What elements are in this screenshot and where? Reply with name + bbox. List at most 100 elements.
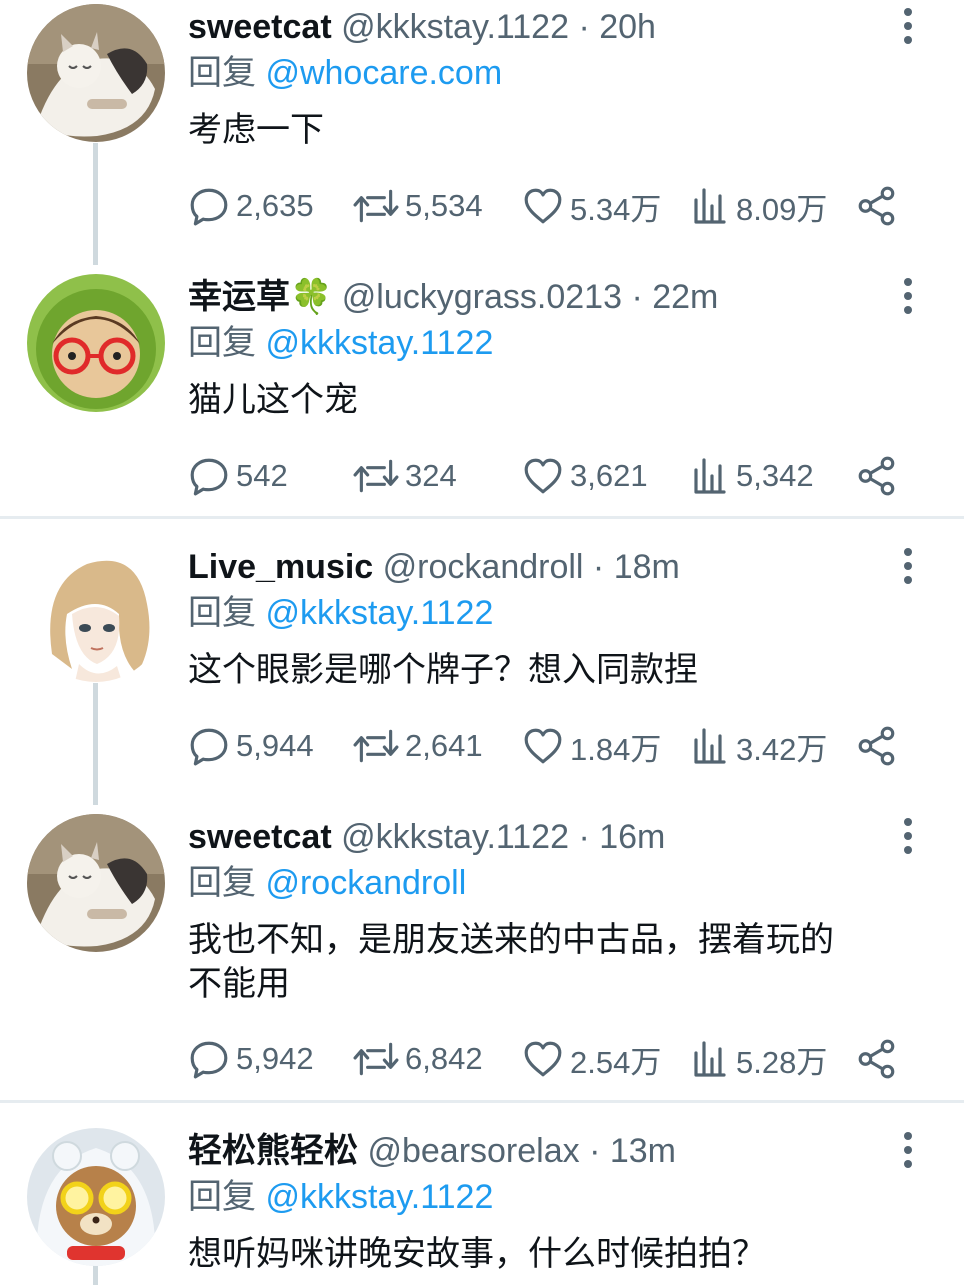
view-count: 8.09万 bbox=[736, 191, 828, 227]
share-button[interactable] bbox=[856, 1035, 898, 1083]
avatar[interactable] bbox=[27, 274, 165, 412]
heart-icon bbox=[522, 185, 564, 227]
views-icon bbox=[690, 1038, 730, 1080]
more-options-icon[interactable] bbox=[893, 272, 923, 320]
tweet-header: Live_music @rockandroll · 18m bbox=[188, 544, 680, 590]
reply-button[interactable]: 5,942 bbox=[188, 1035, 314, 1083]
tweet-header: sweetcat @kkkstay.1122 · 20h bbox=[188, 4, 656, 50]
retweet-button[interactable]: 5,534 bbox=[353, 182, 483, 230]
display-name[interactable]: sweetcat bbox=[188, 8, 332, 46]
mention-link[interactable]: @kkkstay.1122 bbox=[265, 594, 493, 632]
like-button[interactable]: 5.34万 bbox=[522, 182, 661, 230]
divider bbox=[0, 1100, 964, 1103]
tweet-text: 这个眼影是哪个牌子？想入同款捏 bbox=[188, 651, 698, 689]
thread-line bbox=[93, 683, 98, 805]
share-button[interactable] bbox=[856, 722, 898, 770]
reply-prefix: 回复 bbox=[188, 54, 256, 92]
reply-count: 542 bbox=[236, 458, 288, 493]
view-count: 5.28万 bbox=[736, 1044, 828, 1080]
action-bar: 5,942 6,842 2.54万 5.28万 bbox=[188, 1035, 908, 1083]
views-button[interactable]: 8.09万 bbox=[690, 182, 827, 230]
action-bar: 542 324 3,621 5,342 bbox=[188, 452, 908, 500]
retweet-count: 6,842 bbox=[405, 1041, 483, 1076]
views-button[interactable]: 3.42万 bbox=[690, 722, 827, 770]
retweet-icon bbox=[353, 1038, 399, 1080]
reply-icon bbox=[188, 455, 230, 497]
timestamp[interactable]: 20h bbox=[599, 8, 656, 46]
separator: · bbox=[579, 1132, 610, 1170]
heart-icon bbox=[522, 725, 564, 767]
timestamp[interactable]: 16m bbox=[599, 818, 665, 856]
user-handle[interactable]: @bearsorelax bbox=[367, 1132, 579, 1170]
display-name[interactable]: 轻松熊轻松 bbox=[188, 1132, 358, 1170]
share-button[interactable] bbox=[856, 452, 898, 500]
share-icon bbox=[856, 185, 898, 227]
user-handle[interactable]: @rockandroll bbox=[383, 548, 584, 586]
reply-prefix: 回复 bbox=[188, 1178, 256, 1216]
action-bar: 2,635 5,534 5.34万 8.09万 bbox=[188, 182, 908, 230]
mention-link[interactable]: @kkkstay.1122 bbox=[265, 1178, 493, 1216]
reply-icon bbox=[188, 725, 230, 767]
views-button[interactable]: 5.28万 bbox=[690, 1035, 827, 1083]
reply-prefix: 回复 bbox=[188, 324, 256, 362]
share-icon bbox=[856, 1038, 898, 1080]
like-button[interactable]: 2.54万 bbox=[522, 1035, 661, 1083]
tweet-header: 幸运草🍀 @luckygrass.0213 · 22m bbox=[188, 274, 718, 320]
timestamp[interactable]: 18m bbox=[614, 548, 680, 586]
like-button[interactable]: 1.84万 bbox=[522, 722, 661, 770]
tweet-text: 猫儿这个宠 bbox=[188, 381, 358, 419]
retweet-button[interactable]: 6,842 bbox=[353, 1035, 483, 1083]
heart-icon bbox=[522, 455, 564, 497]
more-options-icon[interactable] bbox=[893, 542, 923, 590]
views-icon bbox=[690, 725, 730, 767]
like-count: 2.54万 bbox=[570, 1044, 662, 1080]
reply-prefix: 回复 bbox=[188, 594, 256, 632]
separator: · bbox=[583, 548, 614, 586]
avatar[interactable] bbox=[27, 814, 165, 952]
retweet-button[interactable]: 324 bbox=[353, 452, 457, 500]
separator: · bbox=[622, 278, 653, 316]
reply-button[interactable]: 542 bbox=[188, 452, 288, 500]
mention-link[interactable]: @whocare.com bbox=[265, 54, 502, 92]
user-handle[interactable]: @kkkstay.1122 bbox=[341, 8, 569, 46]
user-handle[interactable]: @kkkstay.1122 bbox=[341, 818, 569, 856]
retweet-button[interactable]: 2,641 bbox=[353, 722, 483, 770]
timestamp[interactable]: 22m bbox=[652, 278, 718, 316]
display-name[interactable]: sweetcat bbox=[188, 818, 332, 856]
more-options-icon[interactable] bbox=[893, 812, 923, 860]
tweet-header: sweetcat @kkkstay.1122 · 16m bbox=[188, 814, 665, 860]
like-count: 1.84万 bbox=[570, 731, 662, 767]
tweet-text: 想听妈咪讲晚安故事，什么时候拍拍？ bbox=[188, 1235, 766, 1273]
separator: · bbox=[569, 8, 600, 46]
reply-button[interactable]: 2,635 bbox=[188, 182, 314, 230]
tweet-header: 轻松熊轻松 @bearsorelax · 13m bbox=[188, 1128, 676, 1174]
view-count: 3.42万 bbox=[736, 731, 828, 767]
avatar[interactable] bbox=[27, 4, 165, 142]
retweet-count: 324 bbox=[405, 458, 457, 493]
share-button[interactable] bbox=[856, 182, 898, 230]
timestamp[interactable]: 13m bbox=[610, 1132, 676, 1170]
views-icon bbox=[690, 185, 730, 227]
heart-icon bbox=[522, 1038, 564, 1080]
views-button[interactable]: 5,342 bbox=[690, 452, 814, 500]
avatar[interactable] bbox=[27, 1128, 165, 1266]
retweet-icon bbox=[353, 725, 399, 767]
reply-button[interactable]: 5,944 bbox=[188, 722, 314, 770]
display-name[interactable]: 幸运草 bbox=[188, 278, 290, 316]
display-name[interactable]: Live_music bbox=[188, 548, 373, 586]
mention-link[interactable]: @kkkstay.1122 bbox=[265, 324, 493, 362]
more-options-icon[interactable] bbox=[893, 1126, 923, 1174]
like-count: 3,621 bbox=[570, 458, 648, 493]
like-count: 5.34万 bbox=[570, 191, 662, 227]
reply-context: 回复 @rockandroll bbox=[188, 860, 466, 906]
thread-line bbox=[93, 143, 98, 265]
avatar[interactable] bbox=[27, 544, 165, 682]
user-handle[interactable]: @luckygrass.0213 bbox=[342, 278, 622, 316]
more-options-icon[interactable] bbox=[893, 2, 923, 50]
divider bbox=[0, 516, 964, 519]
mention-link[interactable]: @rockandroll bbox=[265, 864, 466, 902]
retweet-icon bbox=[353, 455, 399, 497]
clover-emoji: 🍀 bbox=[290, 278, 333, 316]
like-button[interactable]: 3,621 bbox=[522, 452, 648, 500]
tweet-text-line: 我也不知，是朋友送来的中古品，摆着玩的 bbox=[188, 921, 834, 959]
